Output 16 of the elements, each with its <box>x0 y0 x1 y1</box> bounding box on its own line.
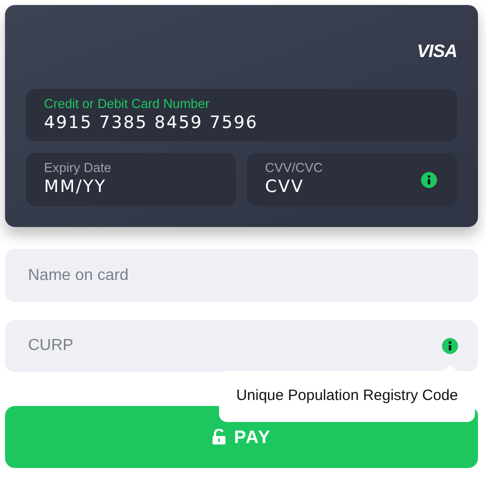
card-brand: VISA <box>416 41 457 61</box>
field-label: Expiry Date <box>44 160 112 175</box>
card-number: 4915 7385 8459 7596 <box>44 112 258 134</box>
field-placeholder: CVV <box>265 176 304 199</box>
card-number-field[interactable]: Credit or Debit Card Number 4915 7385 8459 7596 <box>26 89 457 141</box>
field-placeholder: MM/YY <box>44 176 106 199</box>
field-label: Credit or Debit Card Number <box>44 96 210 110</box>
card-field[interactable]: Expiry Date MM/YY <box>26 153 236 206</box>
field-label: CVV/CVC <box>265 160 324 175</box>
info-icon[interactable] <box>442 338 458 354</box>
info-icon[interactable] <box>421 172 437 188</box>
card-field[interactable]: CVV/CVC CVV <box>247 153 457 206</box>
input-field[interactable]: CURP <box>5 320 478 372</box>
tooltip: Unique Population Registry Code <box>219 365 475 422</box>
lock-icon <box>212 429 226 445</box>
input-field[interactable]: Name on card <box>5 249 478 302</box>
